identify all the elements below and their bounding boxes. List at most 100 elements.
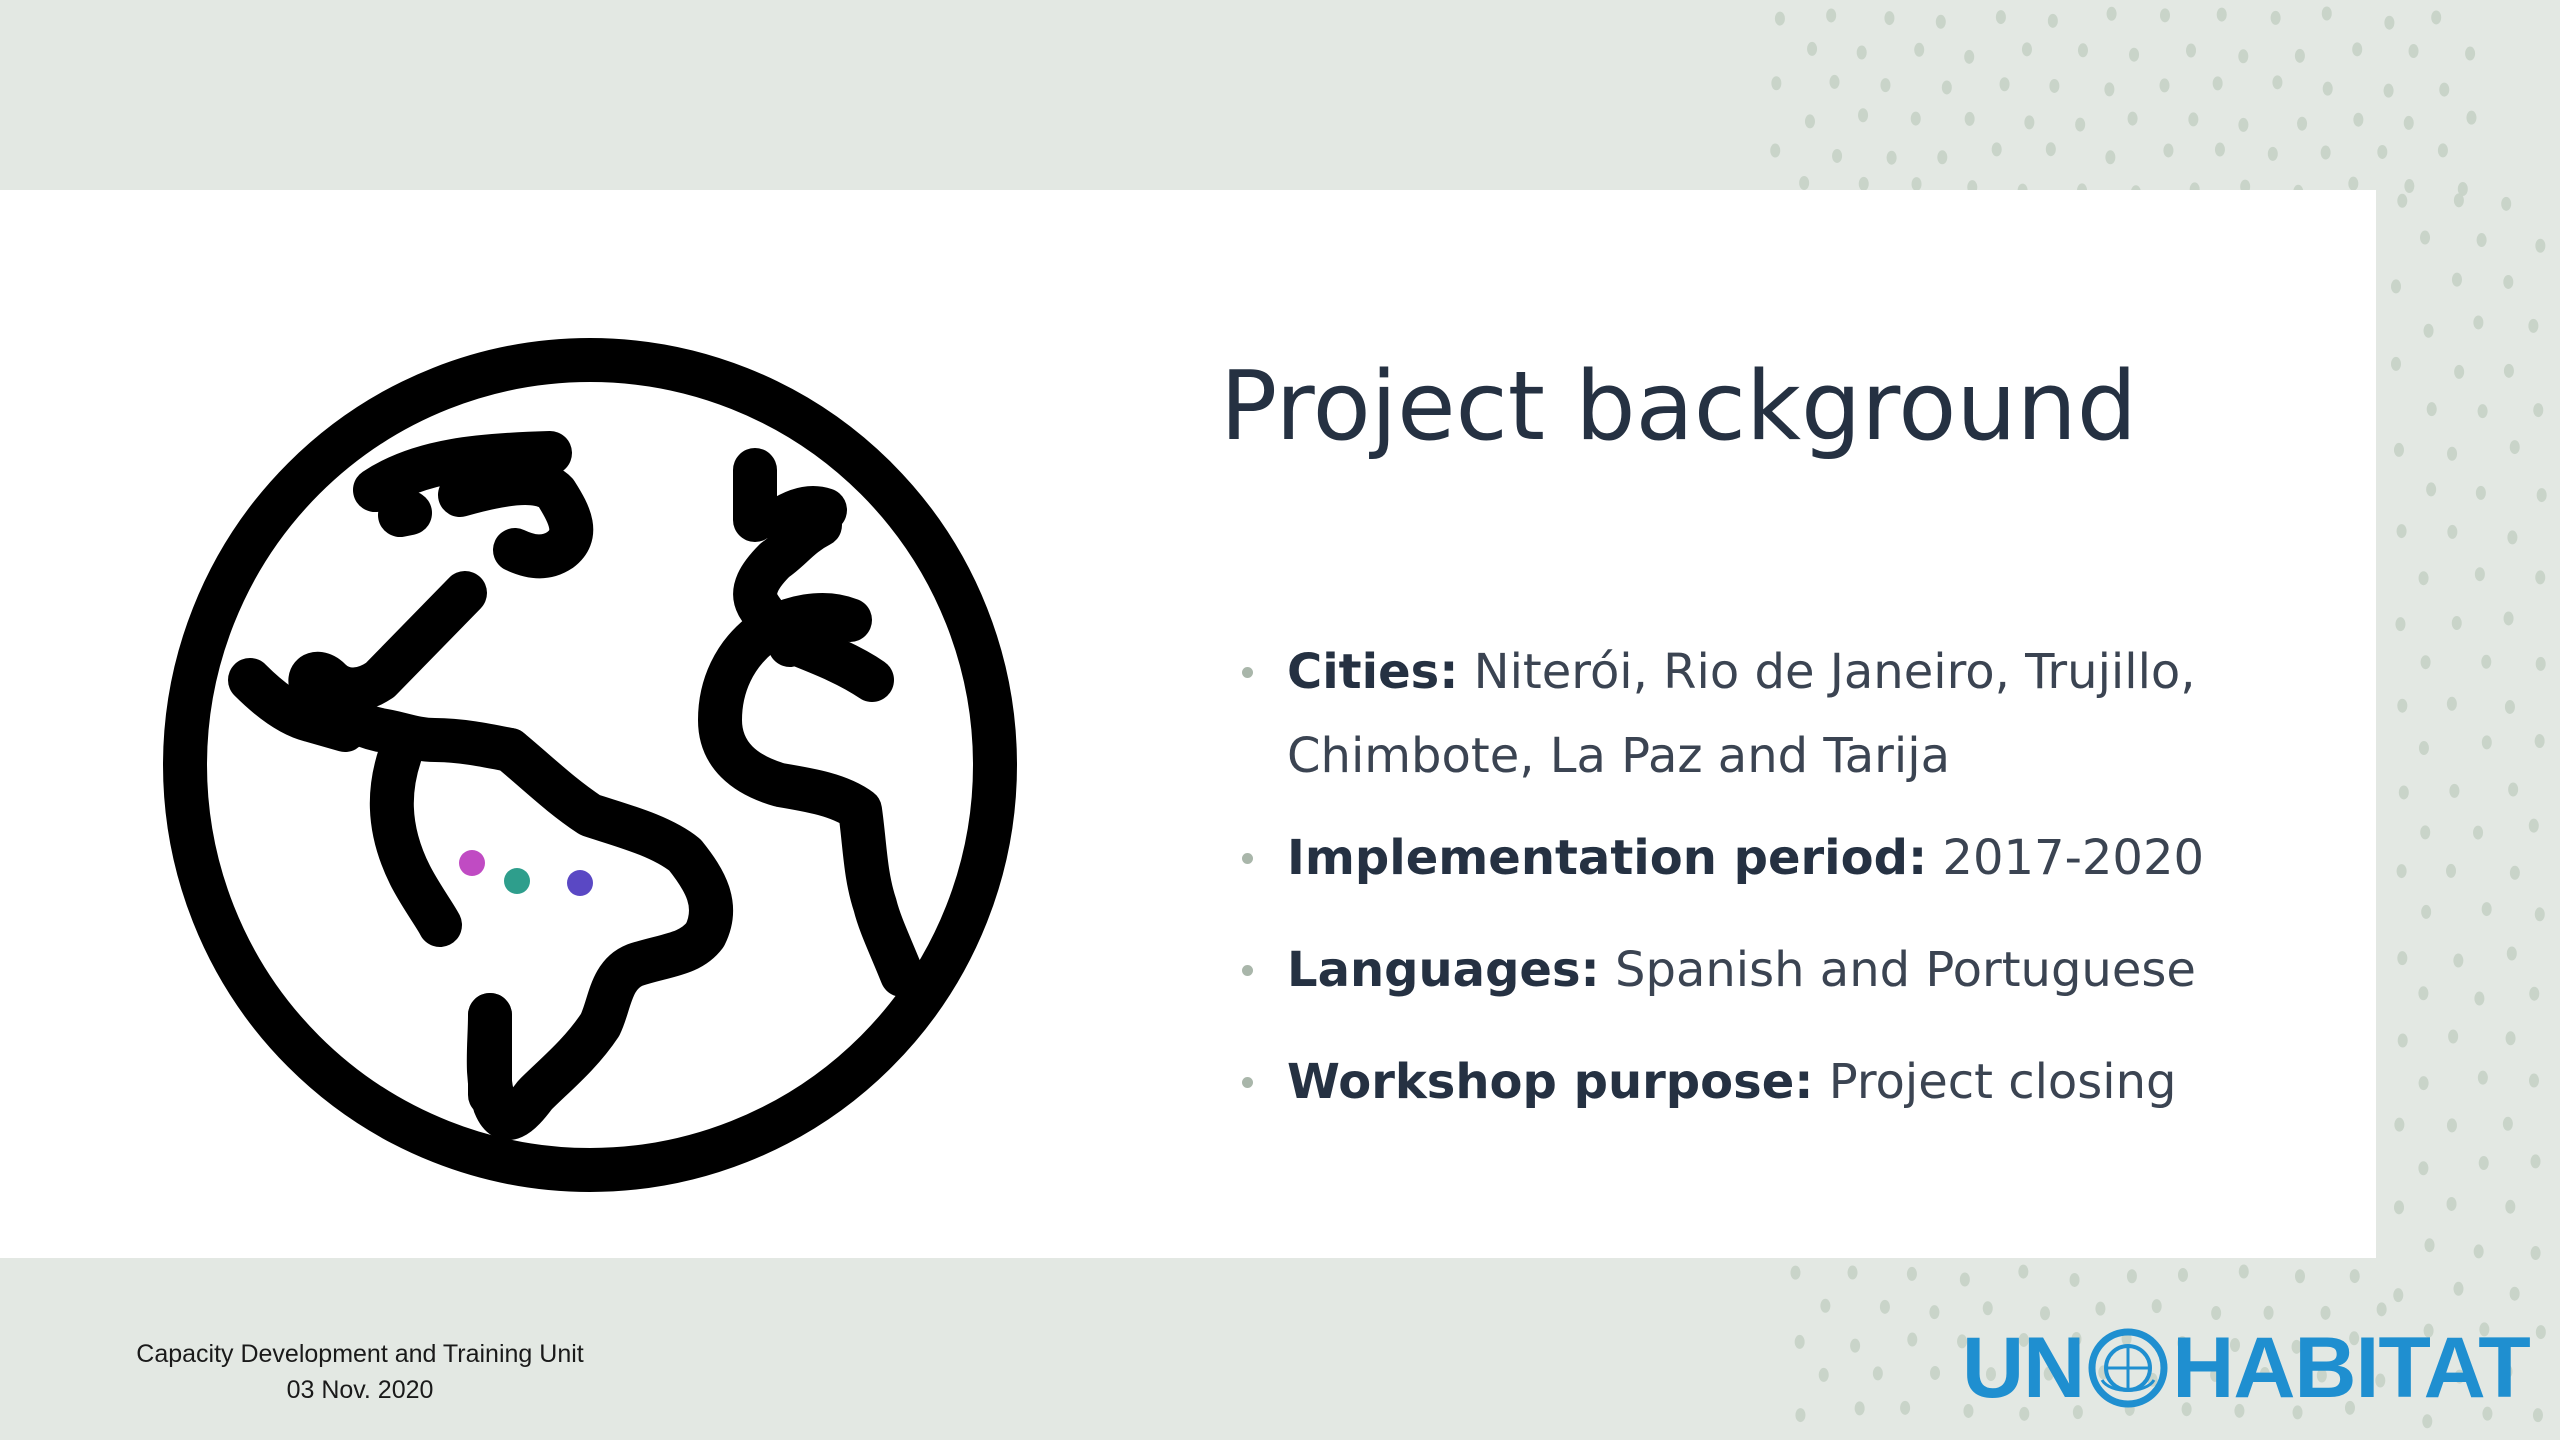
pattern-dot <box>1847 1265 1858 1280</box>
pattern-dot <box>1906 1266 1917 1281</box>
pattern-dot <box>2423 323 2434 338</box>
pattern-dot <box>2529 986 2540 1001</box>
pattern-dot <box>2353 112 2364 127</box>
bullet-key: Workshop purpose: <box>1287 1054 1814 1110</box>
pattern-dot <box>1880 78 1891 93</box>
pattern-dot <box>2420 825 2431 840</box>
pattern-dot <box>2322 81 2333 96</box>
pattern-dot <box>2270 10 2281 25</box>
pattern-dot <box>2021 42 2032 57</box>
pattern-dot <box>2475 485 2486 500</box>
pattern-dot <box>2104 82 2115 97</box>
pattern-dot <box>2451 616 2462 631</box>
pattern-dot <box>2476 233 2487 248</box>
pattern-dot <box>1911 177 1922 192</box>
pattern-dot <box>2238 117 2249 132</box>
pattern-dot <box>1794 1334 1805 1349</box>
pattern-dot <box>2294 48 2305 63</box>
pattern-dot <box>2535 570 2546 585</box>
logo-text-habitat: HABITAT <box>2172 1319 2531 1416</box>
bullet-item-cities: Cities: Niterói, Rio de Janeiro, Trujill… <box>1242 630 2342 798</box>
pattern-dot <box>2530 1246 2541 1261</box>
pattern-dot <box>2473 1244 2484 1259</box>
pattern-dot <box>2393 442 2404 457</box>
pattern-dot <box>1884 11 1895 26</box>
pattern-dot <box>2447 524 2458 539</box>
pattern-dot <box>2447 446 2458 461</box>
pattern-dot <box>2297 116 2308 131</box>
pattern-dot <box>2439 82 2450 97</box>
pattern-dot <box>2188 112 2199 127</box>
pattern-dot <box>1774 11 1785 26</box>
pattern-dot <box>1856 45 1867 60</box>
pattern-dot <box>2420 230 2431 245</box>
pattern-dot <box>2509 440 2520 455</box>
pattern-dot <box>2504 699 2515 714</box>
pattern-dot <box>2376 1302 2387 1317</box>
pattern-dot <box>2075 117 2086 132</box>
pattern-dot <box>2535 1325 2546 1340</box>
pattern-dot <box>2453 193 2464 208</box>
pattern-dot <box>2453 953 2464 968</box>
pattern-dot <box>2533 403 2544 418</box>
pattern-dot <box>1795 1408 1806 1423</box>
pattern-dot <box>2474 567 2485 582</box>
pattern-dot <box>2534 734 2545 749</box>
pattern-dot <box>1964 111 1975 126</box>
bullet-key: Languages: <box>1287 942 1600 998</box>
pattern-dot <box>2448 1029 2459 1044</box>
bullet-value: Spanish and Portuguese <box>1599 942 2196 998</box>
pattern-dot <box>1982 1301 1993 1316</box>
pattern-dot <box>2507 530 2518 545</box>
pattern-dot <box>2418 986 2429 1001</box>
pattern-dot <box>2505 1031 2516 1046</box>
pattern-dot <box>2395 617 2406 632</box>
pattern-dot <box>2397 1033 2408 1048</box>
bullet-item-implementation-period: Implementation period: 2017-2020 <box>1242 816 2342 900</box>
pattern-dot <box>1929 1305 1940 1320</box>
pattern-dot <box>2163 143 2174 158</box>
pattern-dot <box>2501 196 2512 211</box>
pattern-dot <box>2396 864 2407 879</box>
pattern-dot <box>1818 1367 1829 1382</box>
pattern-dot <box>2352 42 2363 57</box>
pattern-dot <box>1826 8 1837 23</box>
pattern-dot <box>2077 43 2088 58</box>
bullet-key: Cities: <box>1287 644 1459 700</box>
pattern-dot <box>2418 571 2429 586</box>
marker-teal <box>504 868 530 894</box>
pattern-dot <box>1941 80 1952 95</box>
pattern-dot <box>2404 179 2415 194</box>
pattern-dot <box>2421 904 2432 919</box>
pattern-dot <box>2397 951 2408 966</box>
pattern-dot <box>2473 315 2484 330</box>
pattern-dot <box>2536 488 2547 503</box>
pattern-dot <box>1804 114 1815 129</box>
pattern-dot <box>2095 1301 2106 1316</box>
pattern-dot <box>2408 44 2419 59</box>
pattern-dot <box>2446 1196 2457 1211</box>
pattern-dot <box>2394 1117 2405 1132</box>
pattern-dot <box>2159 8 2170 23</box>
pattern-dot <box>2397 193 2408 208</box>
pattern-dot <box>2474 991 2485 1006</box>
pattern-dot <box>1900 1400 1911 1415</box>
pattern-dot <box>1771 76 1782 91</box>
pattern-dot <box>2446 1118 2457 1133</box>
pattern-dot <box>2426 402 2437 417</box>
un-emblem-icon <box>2088 1328 2168 1408</box>
footer-date: 03 Nov. 2020 <box>286 1376 434 1404</box>
pattern-dot <box>2294 1269 2305 1284</box>
pattern-dot <box>1790 1265 1801 1280</box>
pattern-dot <box>1910 111 1921 126</box>
pattern-dot <box>2509 865 2520 880</box>
pattern-dot <box>2446 696 2457 711</box>
pattern-dot <box>2069 1272 2080 1287</box>
pattern-dot <box>2535 238 2546 253</box>
pattern-dot <box>1914 42 1925 57</box>
pattern-dot <box>2397 698 2408 713</box>
pattern-dot <box>2528 818 2539 833</box>
pattern-dot <box>1832 148 1843 163</box>
pattern-dot <box>2446 863 2457 878</box>
bullet-item-workshop-purpose: Workshop purpose: Project closing <box>1242 1040 2342 1124</box>
